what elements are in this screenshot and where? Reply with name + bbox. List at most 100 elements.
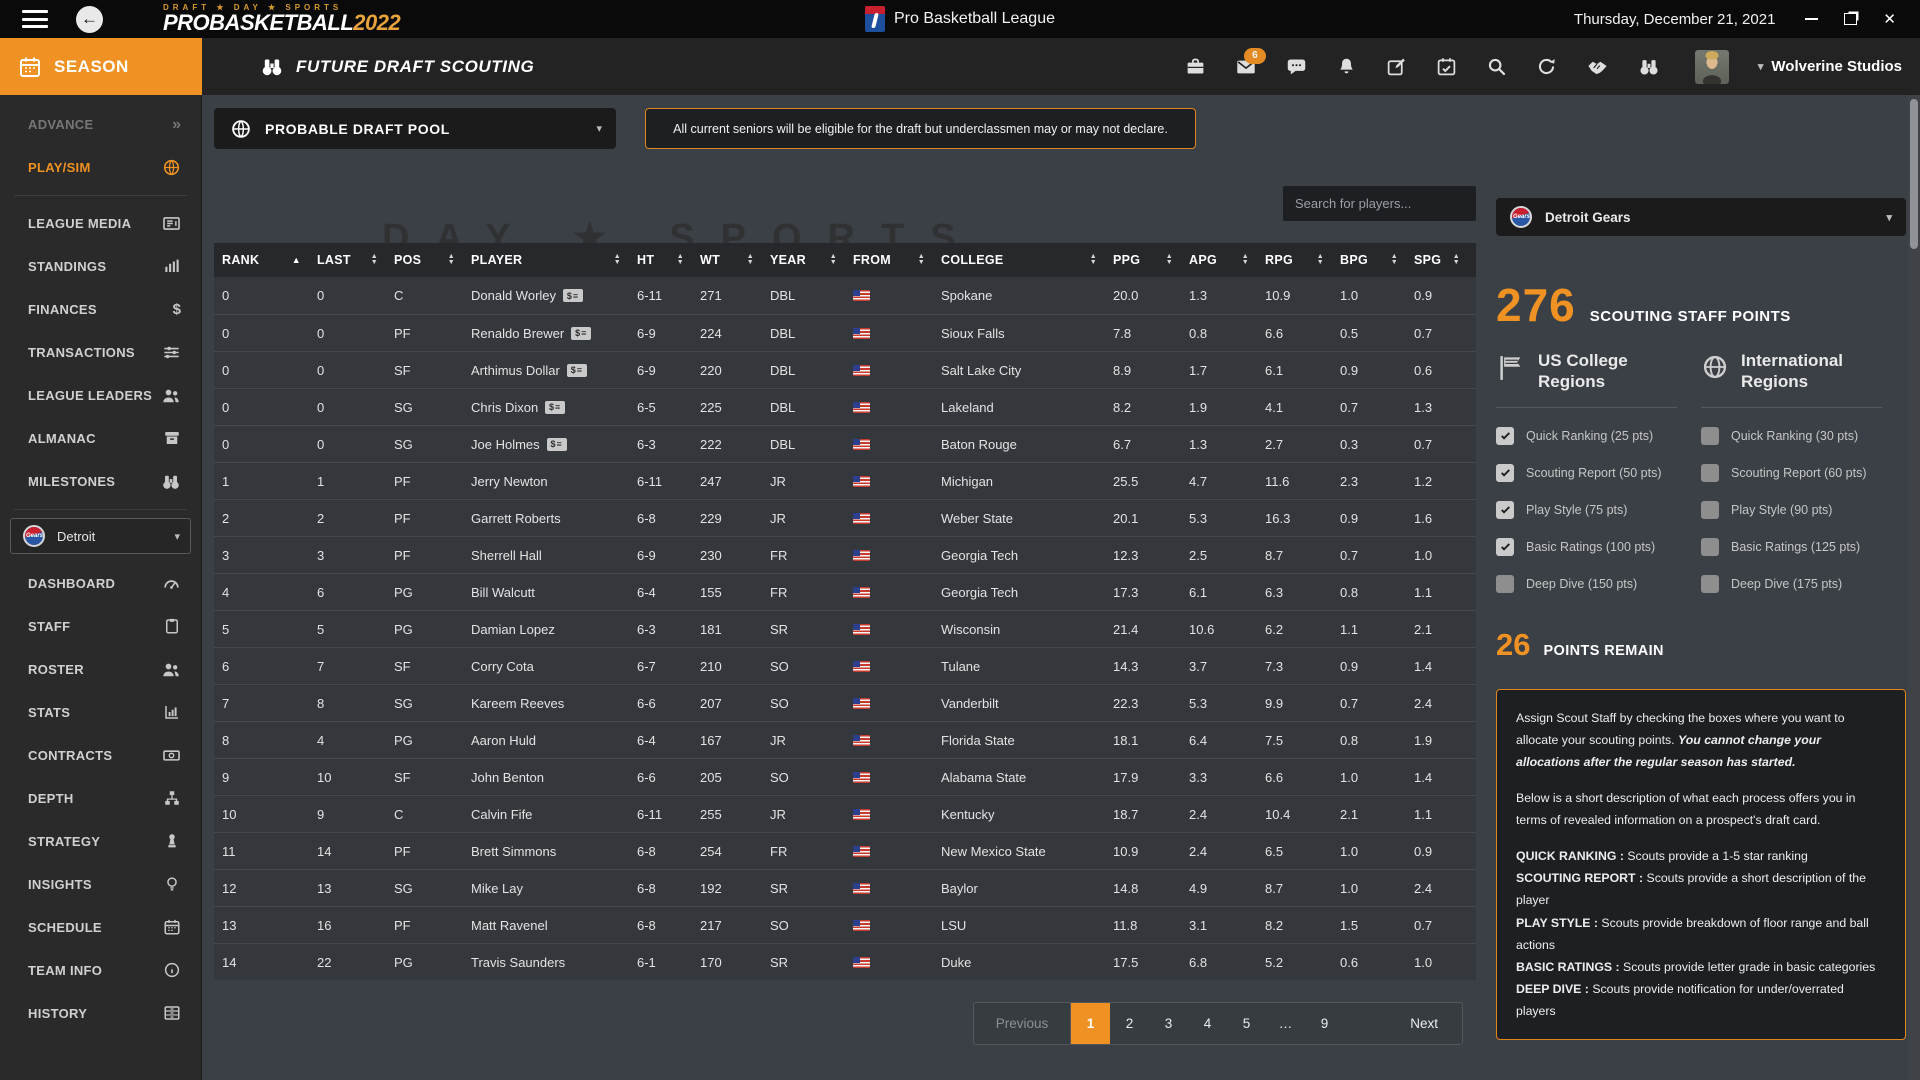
player-name[interactable]: Mike Lay — [471, 881, 523, 896]
player-name[interactable]: Sherrell Hall — [471, 548, 542, 563]
player-name[interactable]: Calvin Fife — [471, 807, 532, 822]
page-button[interactable]: 9 — [1305, 1003, 1344, 1044]
table-row[interactable]: 12 13 SG Mike Lay 6-8 192 SR Baylor 14.8… — [214, 869, 1476, 906]
table-row[interactable]: 10 9 C Calvin Fife 6-11 255 JR Kentucky … — [214, 795, 1476, 832]
menu-icon[interactable] — [22, 10, 48, 28]
calendar-check-icon[interactable] — [1436, 56, 1457, 77]
column-header-apg[interactable]: APG ▲ ▼ — [1189, 243, 1265, 277]
sidebar-item-roster[interactable]: ROSTER — [0, 648, 201, 691]
next-page-button[interactable]: Next — [1386, 1016, 1462, 1031]
table-row[interactable]: 2 2 PF Garrett Roberts 6-8 229 JR Weber … — [214, 499, 1476, 536]
search-icon[interactable] — [1486, 56, 1507, 77]
player-name[interactable]: Travis Saunders — [471, 955, 565, 970]
checkbox[interactable] — [1701, 426, 1719, 445]
sidebar-item-finances[interactable]: FINANCES $ — [0, 288, 201, 331]
table-row[interactable]: 0 0 SF Arthimus Dollar $≡ 6-9 220 DBL Sa… — [214, 351, 1476, 388]
column-header-ppg[interactable]: PPG ▲ ▼ — [1113, 243, 1189, 277]
table-row[interactable]: 3 3 PF Sherrell Hall 6-9 230 FR Georgia … — [214, 536, 1476, 573]
player-name[interactable]: Matt Ravenel — [471, 918, 548, 933]
sidebar-item-advance[interactable]: ADVANCE » — [0, 103, 201, 146]
minimize-button[interactable] — [1805, 18, 1819, 20]
sidebar-item-staff[interactable]: STAFF — [0, 605, 201, 648]
scouting-option[interactable]: Basic Ratings (100 pts) — [1496, 537, 1701, 556]
column-header-year[interactable]: YEAR ▲ ▼ — [770, 243, 853, 277]
column-header-wt[interactable]: WT ▲ ▼ — [700, 243, 770, 277]
column-header-pos[interactable]: POS ▲ ▼ — [394, 243, 471, 277]
player-card-icon[interactable]: $≡ — [546, 437, 567, 451]
scouting-option[interactable]: Basic Ratings (125 pts) — [1701, 537, 1906, 556]
column-header-bpg[interactable]: BPG ▲ ▼ — [1340, 243, 1414, 277]
previous-page-button[interactable]: Previous — [974, 1003, 1071, 1044]
player-card-icon[interactable]: $≡ — [563, 289, 584, 302]
checkbox[interactable] — [1496, 463, 1514, 482]
checkbox[interactable] — [1701, 574, 1719, 593]
player-card-icon[interactable]: $≡ — [545, 400, 566, 414]
sidebar-item-play-sim[interactable]: PLAY/SIM — [0, 146, 201, 189]
table-row[interactable]: 1 1 PF Jerry Newton 6-11 247 JR Michigan… — [214, 462, 1476, 499]
player-name[interactable]: Chris Dixon — [471, 400, 538, 415]
player-name[interactable]: Corry Cota — [471, 659, 534, 674]
player-card-icon[interactable]: $≡ — [566, 363, 587, 377]
sidebar-item-insights[interactable]: INSIGHTS — [0, 863, 201, 906]
table-row[interactable]: 5 5 PG Damian Lopez 6-3 181 SR Wisconsin… — [214, 610, 1476, 647]
player-name[interactable]: Joe Holmes — [471, 437, 540, 452]
sidebar-item-schedule[interactable]: SCHEDULE — [0, 906, 201, 949]
season-section-header[interactable]: SEASON — [0, 38, 202, 95]
player-name[interactable]: Kareem Reeves — [471, 696, 564, 711]
mail-icon[interactable]: 6 — [1235, 47, 1266, 78]
column-header-rank[interactable]: RANK ▲ — [222, 243, 317, 277]
handshake-icon[interactable] — [1586, 55, 1609, 78]
player-name[interactable]: Bill Walcutt — [471, 585, 535, 600]
scouting-option[interactable]: Scouting Report (60 pts) — [1701, 463, 1906, 482]
checkbox[interactable] — [1701, 463, 1719, 482]
sidebar-item-milestones[interactable]: MILESTONES — [0, 460, 201, 503]
column-header-from[interactable]: FROM ▲ ▼ — [853, 243, 941, 277]
sidebar-item-league-leaders[interactable]: LEAGUE LEADERS — [0, 374, 201, 417]
sidebar-item-strategy[interactable]: STRATEGY — [0, 820, 201, 863]
table-row[interactable]: 4 6 PG Bill Walcutt 6-4 155 FR Georgia T… — [214, 573, 1476, 610]
scrollbar-thumb[interactable] — [1910, 99, 1918, 249]
notifications-bell-icon[interactable] — [1336, 56, 1357, 77]
player-name[interactable]: Brett Simmons — [471, 844, 556, 859]
column-header-ht[interactable]: HT ▲ ▼ — [637, 243, 700, 277]
chat-icon[interactable] — [1286, 56, 1307, 77]
table-row[interactable]: 7 8 SG Kareem Reeves 6-6 207 SO Vanderbi… — [214, 684, 1476, 721]
scouting-option[interactable]: Play Style (90 pts) — [1701, 500, 1906, 519]
sidebar-item-stats[interactable]: STATS — [0, 691, 201, 734]
page-button[interactable]: 2 — [1110, 1003, 1149, 1044]
scouting-option[interactable]: Deep Dive (150 pts) — [1496, 574, 1701, 593]
table-row[interactable]: 9 10 SF John Benton 6-6 205 SO Alabama S… — [214, 758, 1476, 795]
player-name[interactable]: Damian Lopez — [471, 622, 555, 637]
checkbox[interactable] — [1496, 537, 1514, 556]
sidebar-item-depth[interactable]: DEPTH — [0, 777, 201, 820]
scouting-option[interactable]: Scouting Report (50 pts) — [1496, 463, 1701, 482]
user-menu[interactable]: ▾ Wolverine Studios — [1758, 58, 1902, 75]
table-row[interactable]: 6 7 SF Corry Cota 6-7 210 SO Tulane 14.3… — [214, 647, 1476, 684]
page-button[interactable]: 5 — [1227, 1003, 1266, 1044]
close-button[interactable]: ✕ — [1883, 10, 1896, 28]
column-header-last[interactable]: LAST ▲ ▼ — [317, 243, 394, 277]
sidebar-item-standings[interactable]: STANDINGS — [0, 245, 201, 288]
team-dropdown[interactable]: Detroit Gears ▾ — [1496, 198, 1906, 236]
restore-button[interactable] — [1844, 13, 1858, 25]
table-row[interactable]: 0 0 C Donald Worley $≡ 6-11 271 DBL Spok… — [214, 277, 1476, 314]
checkbox[interactable] — [1701, 500, 1719, 519]
sidebar-item-contracts[interactable]: CONTRACTS — [0, 734, 201, 777]
back-button[interactable]: ← — [76, 5, 103, 33]
scouting-option[interactable]: Quick Ranking (25 pts) — [1496, 426, 1701, 445]
scouting-binoculars-icon[interactable] — [1638, 56, 1660, 78]
scouting-option[interactable]: Deep Dive (175 pts) — [1701, 574, 1906, 593]
player-name[interactable]: Renaldo Brewer — [471, 326, 564, 341]
column-header-player[interactable]: PLAYER ▲ ▼ — [471, 243, 637, 277]
table-row[interactable]: 14 22 PG Travis Saunders 6-1 170 SR Duke… — [214, 943, 1476, 980]
sidebar-item-almanac[interactable]: ALMANAC — [0, 417, 201, 460]
table-row[interactable]: 13 16 PF Matt Ravenel 6-8 217 SO LSU 11.… — [214, 906, 1476, 943]
table-row[interactable]: 0 0 PF Renaldo Brewer $≡ 6-9 224 DBL Sio… — [214, 314, 1476, 351]
checkbox[interactable] — [1496, 426, 1514, 445]
scouting-option[interactable]: Quick Ranking (30 pts) — [1701, 426, 1906, 445]
page-button[interactable]: 3 — [1149, 1003, 1188, 1044]
sidebar-item-transactions[interactable]: TRANSACTIONS — [0, 331, 201, 374]
table-row[interactable]: 0 0 SG Joe Holmes $≡ 6-3 222 DBL Baton R… — [214, 425, 1476, 462]
briefcase-icon[interactable] — [1185, 56, 1206, 77]
player-name[interactable]: Donald Worley — [471, 288, 556, 303]
